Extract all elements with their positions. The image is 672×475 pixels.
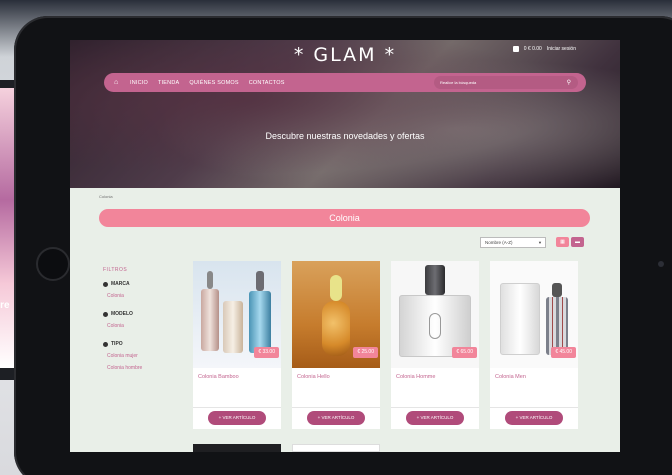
- product-name[interactable]: Colonia Bamboo: [198, 374, 239, 380]
- product-price: € 65.00: [452, 347, 477, 358]
- home-button[interactable]: [36, 247, 70, 281]
- product-card[interactable]: € 33.00 Colonia Bamboo + VER ARTÍCULO: [193, 261, 281, 429]
- next-row-product-card[interactable]: [193, 444, 281, 452]
- product-card[interactable]: € 45.00 Colonia Men + VER ARTÍCULO: [490, 261, 578, 429]
- shopping-bag-icon[interactable]: [512, 46, 519, 52]
- product-price: € 25.00: [353, 347, 378, 358]
- product-price: € 33.00: [254, 347, 279, 358]
- view-item-button[interactable]: + VER ARTÍCULO: [307, 411, 365, 425]
- filters-panel: FILTROS MARCA Colonia MODELO Colonia TIP…: [103, 267, 142, 383]
- tablet-screen: * GLAM * 0 € 0.00 Iniciar sesión ⌂ INICI…: [70, 40, 620, 452]
- search-icon[interactable]: ⚲: [567, 79, 571, 86]
- filter-link-marca-colonia[interactable]: Colonia: [107, 293, 142, 299]
- product-name[interactable]: Colonia Men: [495, 374, 526, 380]
- product-name[interactable]: Colonia Homme: [396, 374, 435, 380]
- toggle-icon: [103, 281, 108, 287]
- chevron-down-icon: ▼: [538, 240, 542, 245]
- photo-stage: ore * GLAM * 0 € 0.00 Iniciar sesión ⌂ I…: [0, 0, 672, 475]
- page-title: Colonia: [99, 209, 590, 227]
- next-row-product-card[interactable]: [292, 444, 380, 452]
- breadcrumb[interactable]: Colonia: [99, 194, 113, 199]
- product-price: € 45.00: [551, 347, 576, 358]
- filter-group-marca[interactable]: MARCA: [103, 281, 142, 287]
- sort-select[interactable]: Nombre (A-Z) ▼: [480, 237, 546, 248]
- view-item-button[interactable]: + VER ARTÍCULO: [208, 411, 266, 425]
- toggle-icon: [103, 341, 108, 347]
- search-input[interactable]: Realice la búsqueda ⚲: [434, 76, 578, 89]
- sort-selected-value: Nombre (A-Z): [485, 240, 513, 245]
- grid-view-button[interactable]: ▦: [556, 237, 569, 247]
- toggle-icon: [103, 311, 108, 317]
- home-icon[interactable]: ⌂: [114, 79, 122, 86]
- background-device-text: ore: [0, 300, 10, 311]
- nav-tienda[interactable]: TIENDA: [158, 80, 179, 86]
- view-item-button[interactable]: + VER ARTÍCULO: [406, 411, 464, 425]
- view-item-button[interactable]: + VER ARTÍCULO: [505, 411, 563, 425]
- filter-link-colonia-hombre[interactable]: Colonia hombre: [107, 365, 142, 371]
- camera-icon: [658, 261, 664, 267]
- search-placeholder: Realice la búsqueda: [440, 80, 477, 85]
- filter-group-modelo[interactable]: MODELO: [103, 311, 142, 317]
- cart-total[interactable]: 0 € 0.00: [524, 46, 542, 52]
- filter-link-modelo-colonia[interactable]: Colonia: [107, 323, 142, 329]
- main-nav: ⌂ INICIO TIENDA QUIÉNES SOMOS CONTACTOS …: [104, 73, 586, 92]
- hero-headline: Descubre nuestras novedades y ofertas: [265, 131, 425, 141]
- hero-banner: * GLAM * 0 € 0.00 Iniciar sesión ⌂ INICI…: [70, 40, 620, 188]
- product-card[interactable]: € 25.00 Colonia Hello + VER ARTÍCULO: [292, 261, 380, 429]
- nav-inicio[interactable]: INICIO: [130, 80, 148, 86]
- filters-heading: FILTROS: [103, 267, 128, 273]
- nav-contactos[interactable]: CONTACTOS: [249, 80, 285, 86]
- filter-group-tipo[interactable]: TIPO: [103, 341, 142, 347]
- login-link[interactable]: Iniciar sesión: [547, 46, 576, 52]
- nav-quienes-somos[interactable]: QUIÉNES SOMOS: [189, 80, 238, 86]
- product-name[interactable]: Colonia Hello: [297, 374, 330, 380]
- filter-link-colonia-mujer[interactable]: Colonia mujer: [107, 353, 142, 359]
- header-utilities: 0 € 0.00 Iniciar sesión: [512, 46, 576, 52]
- product-card[interactable]: € 65.00 Colonia Homme + VER ARTÍCULO: [391, 261, 479, 429]
- list-view-button[interactable]: ▬: [571, 237, 584, 247]
